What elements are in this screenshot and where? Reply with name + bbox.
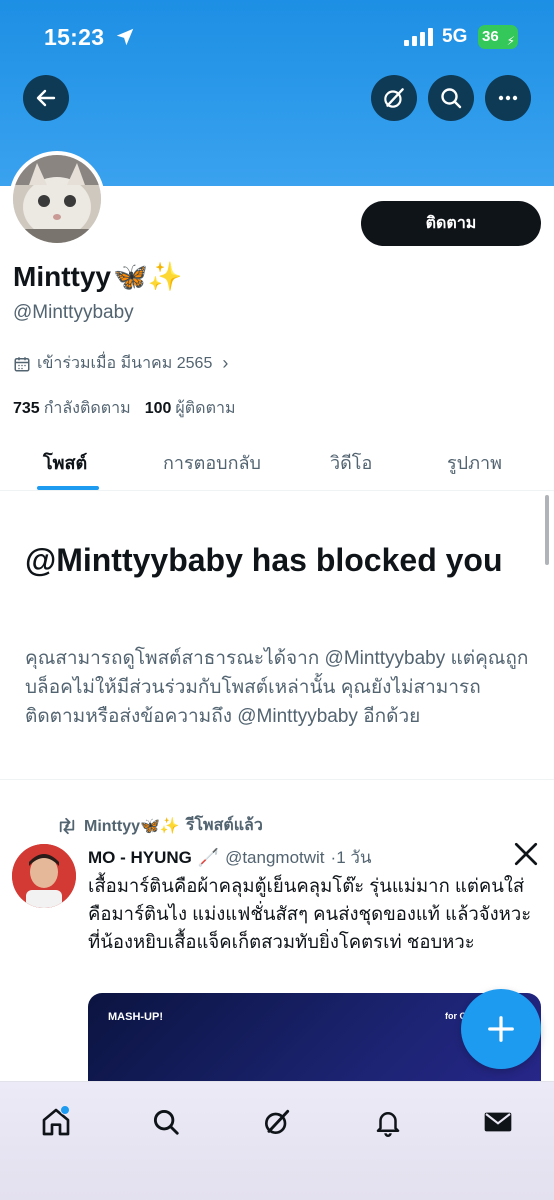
- blocked-description: คุณสามารถดูโพสต์สาธารณะได้จาก @Minttyyba…: [25, 648, 529, 727]
- plus-icon: [488, 1016, 514, 1042]
- joined-text: เข้าร่วมเมื่อ มีนาคม 2565: [37, 355, 213, 372]
- profile-avatar[interactable]: [9, 151, 105, 247]
- more-button[interactable]: [485, 75, 531, 121]
- status-time: 15:23: [44, 24, 105, 50]
- profile-display-name: Minttyy 🦋✨: [13, 260, 183, 293]
- active-tab-indicator: [37, 486, 99, 490]
- section-divider: [0, 779, 554, 780]
- joined-date[interactable]: เข้าร่วมเมื่อ มีนาคม 2565 ›: [13, 351, 228, 376]
- following-count: 735: [13, 400, 40, 417]
- tab-posts[interactable]: โพสต์: [43, 448, 87, 477]
- profile-handle: @Minttyybaby: [13, 302, 134, 323]
- post-time: ·1 วัน: [330, 848, 372, 867]
- x-logo-icon: [514, 842, 538, 866]
- nav-notifications[interactable]: [368, 1102, 408, 1142]
- calendar-icon: [14, 356, 30, 371]
- display-name-text: Minttyy: [13, 260, 111, 292]
- tab-photos[interactable]: รูปภาพ: [447, 448, 502, 477]
- grok-icon: [265, 1109, 290, 1134]
- post-author-handle[interactable]: @tangmotwit: [225, 848, 324, 868]
- battery-level: 36: [482, 28, 499, 45]
- battery-indicator: 36 ⚡: [478, 25, 518, 49]
- bottom-nav: [0, 1081, 554, 1200]
- grok-icon: [384, 88, 404, 108]
- name-emojis: 🦋✨: [113, 261, 183, 292]
- tab-replies[interactable]: การตอบกลับ: [163, 448, 261, 477]
- location-arrow-icon: [116, 28, 134, 46]
- followers-label: ผู้ติดตาม: [175, 400, 236, 417]
- followers-count: 100: [144, 400, 172, 417]
- author-photo: [12, 844, 76, 908]
- follow-counts: 735 กำลังติดตาม 100 ผู้ติดตาม: [13, 396, 235, 421]
- nav-home[interactable]: [36, 1102, 76, 1142]
- back-button[interactable]: [23, 75, 69, 121]
- search-icon: [153, 1109, 179, 1135]
- mail-icon: [484, 1112, 512, 1132]
- cat-photo: [13, 155, 101, 243]
- following-label: กำลังติดตาม: [43, 400, 131, 417]
- author-emoji: 🦯: [197, 847, 220, 867]
- repost-label: รีโพสต์แล้ว: [185, 817, 263, 834]
- nav-messages[interactable]: [478, 1102, 518, 1142]
- charging-bolt-icon: ⚡: [506, 34, 515, 48]
- arrow-left-icon: [36, 89, 56, 107]
- network-type: 5G: [442, 26, 468, 47]
- search-icon: [441, 88, 462, 109]
- chevron-right-icon: ›: [222, 353, 229, 373]
- tab-videos[interactable]: วิดีโอ: [330, 448, 372, 477]
- grok-button[interactable]: [371, 75, 417, 121]
- repost-indicator[interactable]: Minttyy🦋✨ รีโพสต์แล้ว: [56, 813, 263, 838]
- scrollbar[interactable]: [545, 495, 549, 565]
- bell-icon: [376, 1112, 400, 1137]
- search-button[interactable]: [428, 75, 474, 121]
- following-link[interactable]: 735 กำลังติดตาม: [13, 396, 131, 421]
- post-author-avatar[interactable]: [12, 844, 76, 908]
- repost-by: Minttyy🦋✨: [84, 817, 180, 835]
- compose-button[interactable]: [461, 989, 541, 1069]
- nav-grok[interactable]: [257, 1102, 297, 1142]
- status-bar: 15:23 5G 36 ⚡: [0, 0, 554, 70]
- follow-button[interactable]: ติดตาม: [361, 201, 541, 246]
- media-label-left: MASH-UP!: [108, 1011, 163, 1023]
- post-author-name[interactable]: MO - HYUNG: [88, 848, 192, 868]
- notification-dot: [60, 1105, 70, 1115]
- profile-tabs: โพสต์ การตอบกลับ วิดีโอ รูปภาพ: [0, 430, 554, 491]
- post-header: MO - HYUNG 🦯 @tangmotwit ·1 วัน: [88, 844, 372, 871]
- more-icon: [498, 95, 518, 101]
- post-text: เสื้อมาร์ตินคือผ้าคลุมตู้เย็นคลุมโต๊ะ รุ…: [88, 875, 532, 952]
- cellular-signal-icon: [404, 28, 433, 46]
- repost-icon: [59, 817, 75, 834]
- blocked-title: @Minttyybaby has blocked you: [25, 542, 503, 578]
- nav-search[interactable]: [146, 1102, 186, 1142]
- followers-link[interactable]: 100 ผู้ติดตาม: [145, 396, 236, 421]
